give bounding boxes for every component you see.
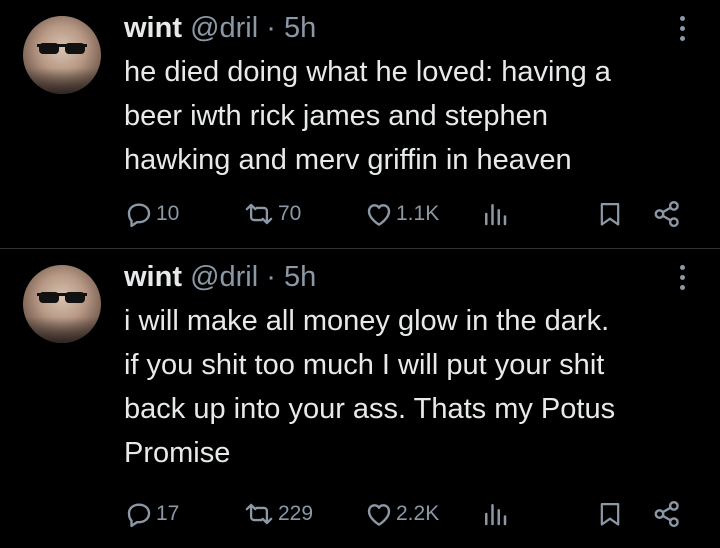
reply-icon: [127, 203, 151, 228]
views-button[interactable]: [480, 496, 510, 532]
tweet-text: i will make all money glow in the dark. …: [124, 305, 616, 469]
reply-count: 10: [156, 202, 180, 225]
reply-icon: [127, 503, 151, 528]
like-button[interactable]: 2.2K: [364, 496, 439, 532]
author-handle[interactable]: @dril: [190, 12, 258, 44]
views-icon: [485, 504, 507, 526]
heart-icon: [367, 504, 391, 526]
more-options-icon[interactable]: [676, 16, 690, 44]
more-options-icon[interactable]: [676, 265, 690, 293]
author-name[interactable]: wint: [124, 12, 182, 44]
reply-count: 17: [156, 502, 180, 525]
tweet-actions: 10 70 1.1K: [124, 196, 684, 232]
bookmark-button[interactable]: [596, 496, 624, 532]
bookmark-button[interactable]: [596, 196, 624, 232]
timeline-feed: wint @dril · 5h he died doing what he lo…: [0, 0, 720, 548]
bookmark-icon: [600, 502, 620, 526]
retweet-icon: [245, 503, 273, 525]
like-count: 2.2K: [396, 502, 440, 525]
bookmark-icon: [600, 202, 620, 226]
tweet[interactable]: wint @dril · 5h he died doing what he lo…: [0, 0, 720, 249]
avatar[interactable]: [23, 16, 101, 94]
share-button[interactable]: [652, 196, 682, 232]
author-handle[interactable]: @dril: [190, 261, 258, 293]
retweet-button[interactable]: 70: [242, 196, 301, 232]
share-icon: [654, 500, 679, 528]
separator-dot: ·: [266, 12, 276, 44]
tweet-timestamp[interactable]: 5h: [284, 261, 316, 293]
retweet-button[interactable]: 229: [242, 496, 313, 532]
reply-button[interactable]: 10: [124, 196, 179, 232]
like-count: 1.1K: [396, 202, 440, 225]
heart-icon: [367, 204, 391, 226]
tweet-header: wint @dril · 5h: [124, 259, 316, 295]
tweet[interactable]: wint @dril · 5h i will make all money gl…: [0, 249, 720, 548]
sunglasses-icon: [37, 43, 87, 54]
tweet-timestamp[interactable]: 5h: [284, 12, 316, 44]
like-button[interactable]: 1.1K: [364, 196, 439, 232]
retweet-count: 229: [278, 502, 314, 525]
retweet-count: 70: [278, 202, 302, 225]
sunglasses-icon: [37, 292, 87, 303]
share-button[interactable]: [652, 496, 682, 532]
tweet-header: wint @dril · 5h: [124, 10, 316, 46]
tweet-actions: 17 229 2.2K: [124, 496, 684, 532]
views-button[interactable]: [480, 196, 510, 232]
reply-button[interactable]: 17: [124, 496, 179, 532]
retweet-icon: [245, 203, 273, 225]
tweet-text: he died doing what he loved: having a be…: [124, 56, 611, 176]
share-icon: [654, 200, 679, 228]
views-icon: [485, 204, 507, 226]
separator-dot: ·: [266, 261, 276, 293]
avatar[interactable]: [23, 265, 101, 343]
author-name[interactable]: wint: [124, 261, 182, 293]
